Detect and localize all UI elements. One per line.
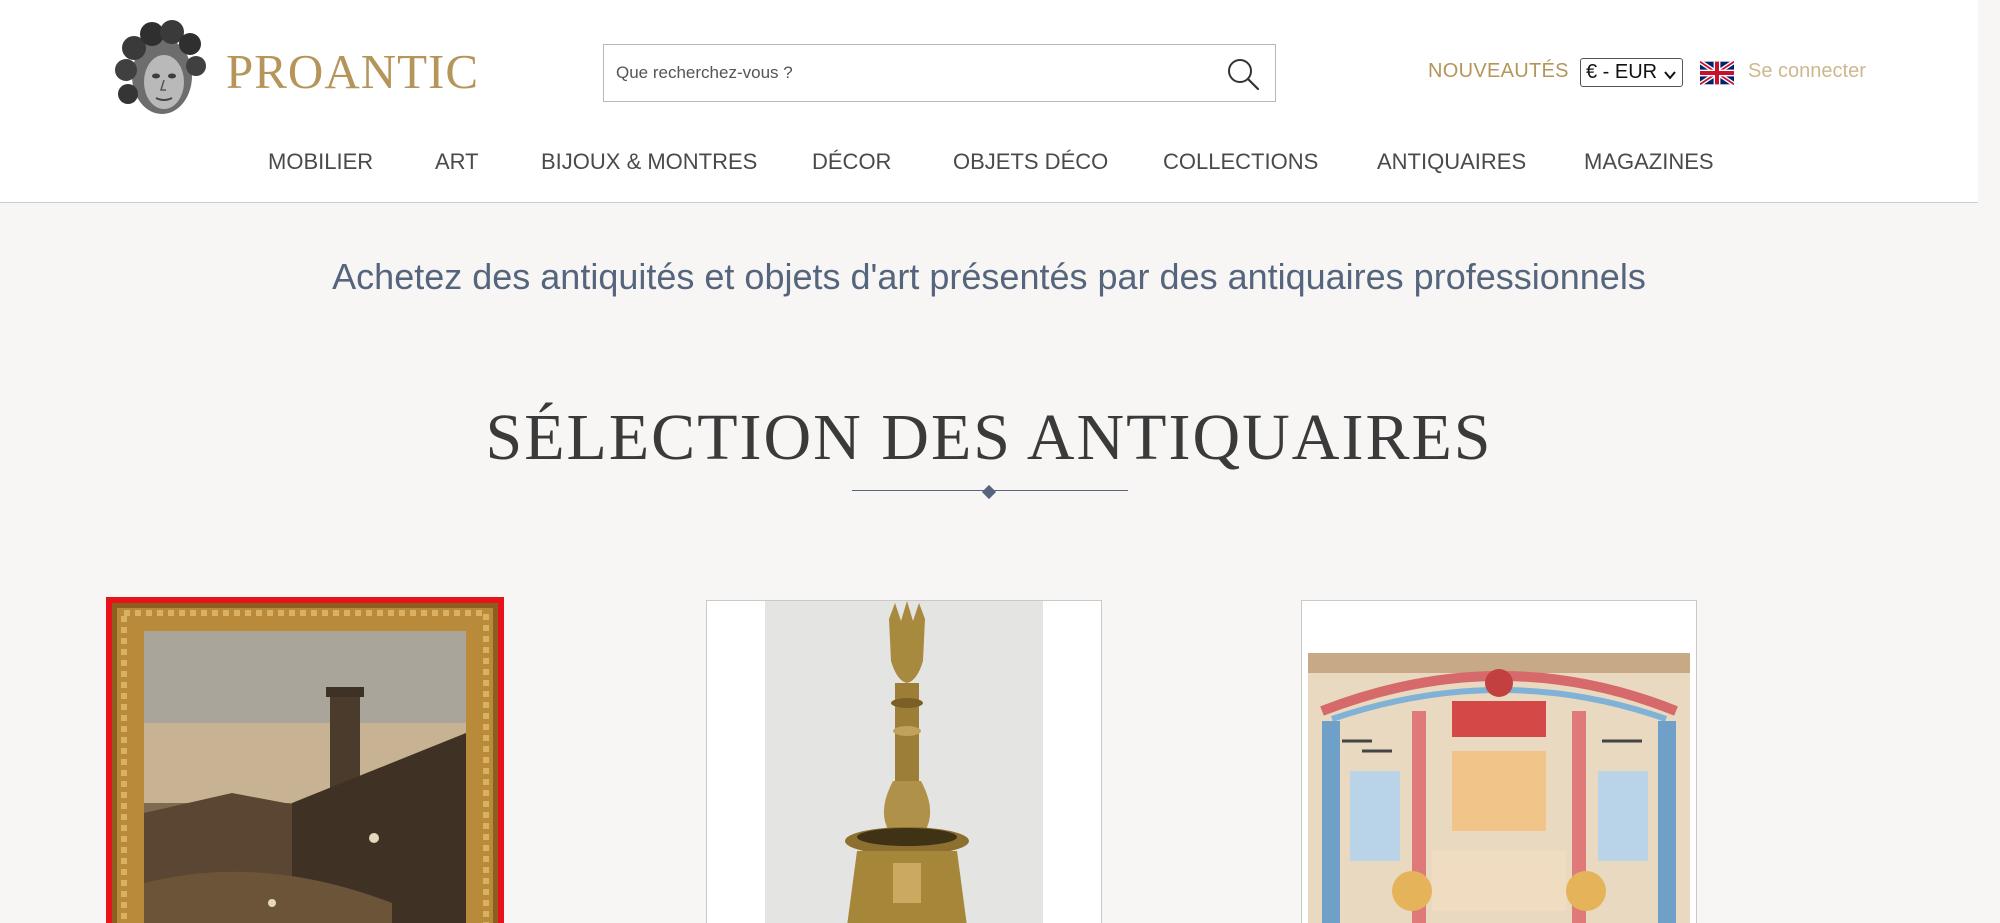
painting-image	[112, 603, 498, 923]
section-title: SÉLECTION DES ANTIQUAIRES	[485, 401, 1493, 474]
product-card[interactable]	[106, 597, 504, 923]
nav-item-magazines[interactable]: MAGAZINES	[1584, 149, 1714, 175]
brand-name: PROANTIC	[226, 43, 480, 99]
page-tagline: Achetez des antiquités et objets d'art p…	[332, 256, 1646, 297]
candlestick-image	[707, 601, 1101, 923]
currency-value: € - EUR	[1586, 61, 1658, 83]
product-card[interactable]	[706, 600, 1102, 923]
search-bar	[603, 44, 1276, 102]
title-divider-diamond	[981, 484, 997, 500]
search-input[interactable]	[604, 45, 1204, 101]
nav-item-objets-deco[interactable]: OBJETS DÉCO	[953, 149, 1108, 175]
login-link[interactable]: Se connecter	[1748, 60, 1866, 83]
chevron-down-icon	[1663, 65, 1677, 80]
logo-sculpture-head-icon	[112, 20, 208, 122]
nav-item-bijoux-montres[interactable]: BIJOUX & MONTRES	[541, 149, 757, 175]
uk-flag-icon[interactable]	[1698, 59, 1736, 87]
nav-item-collections[interactable]: COLLECTIONS	[1163, 149, 1318, 175]
nav-item-mobilier[interactable]: MOBILIER	[268, 149, 373, 175]
search-icon[interactable]	[1225, 56, 1261, 92]
nouveautes-link[interactable]: NOUVEAUTÉS	[1428, 60, 1569, 83]
site-header: PROANTIC NOUVEAUTÉS € - EUR Se connecter…	[0, 0, 1978, 203]
logo[interactable]: PROANTIC	[112, 20, 479, 122]
main-nav: MOBILIER ART BIJOUX & MONTRES DÉCOR OBJE…	[0, 149, 1978, 179]
nav-item-antiquaires[interactable]: ANTIQUAIRES	[1377, 149, 1526, 175]
nav-item-decor[interactable]: DÉCOR	[812, 149, 891, 175]
currency-select[interactable]: € - EUR	[1580, 58, 1683, 87]
tapestry-image	[1302, 601, 1696, 923]
nav-item-art[interactable]: ART	[435, 149, 479, 175]
product-card[interactable]	[1301, 600, 1697, 923]
